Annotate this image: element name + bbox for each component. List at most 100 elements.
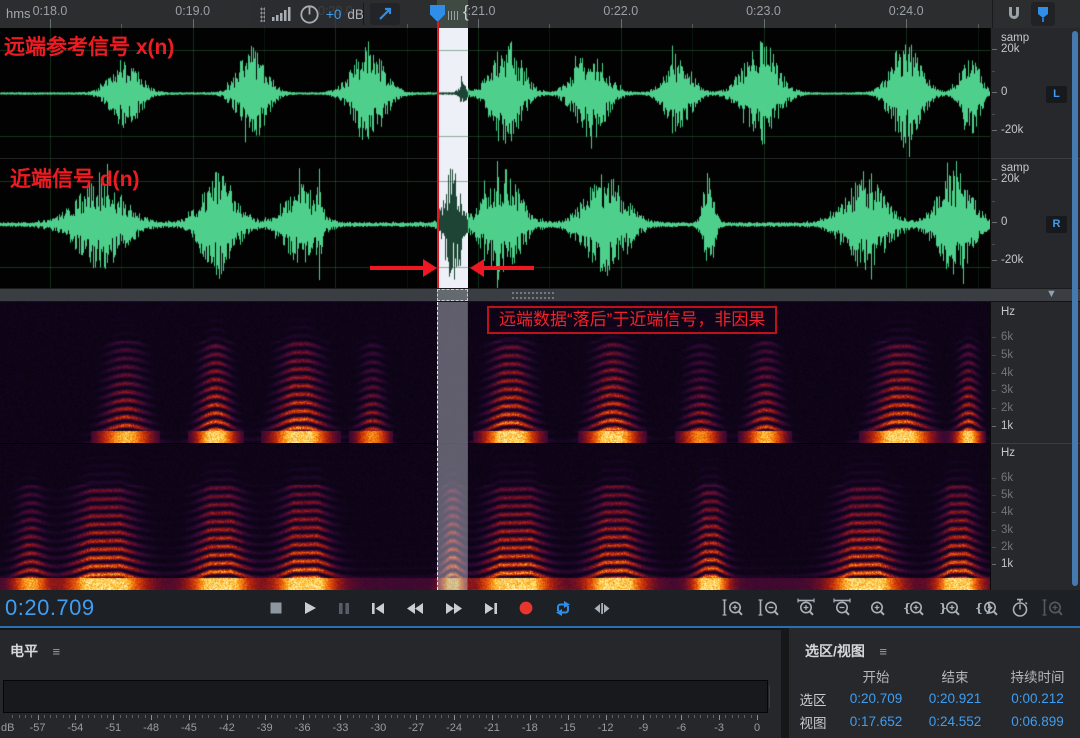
levels-panel: 电平 ≡ dB -57-54-51-48-45-42-39-36-33-30-2… — [0, 628, 782, 738]
transport-bar: 0:20.709 ❴❵❴❵ — [0, 590, 1080, 628]
scale-unit-label: Hz — [1001, 447, 1015, 459]
meter-scale-tick — [713, 715, 714, 718]
gain-unit: dB — [347, 7, 364, 22]
meter-scale-tick — [707, 715, 708, 718]
play-button[interactable] — [303, 601, 317, 615]
panel-menu-icon[interactable]: ≡ — [879, 644, 887, 659]
spectrogram-track-right[interactable] — [0, 443, 990, 590]
row-label-view: 视图 — [789, 712, 837, 732]
meter-scale-tick — [340, 715, 341, 720]
meter-scale-tick — [624, 715, 625, 718]
skip-selection-button[interactable] — [593, 602, 611, 615]
snap-toggle-button[interactable] — [1003, 2, 1025, 26]
selection-end-value[interactable]: 0:20.921 — [915, 691, 995, 706]
splitter-grip-icon[interactable] — [512, 292, 556, 299]
zoom-out-horizontal-button[interactable] — [830, 598, 854, 618]
zoom-reset-button[interactable] — [866, 598, 890, 618]
auto-scroll-button[interactable] — [370, 3, 400, 25]
meter-scale-label: -54 — [60, 722, 90, 734]
stop-button[interactable] — [270, 602, 282, 614]
panel-menu-icon[interactable]: ≡ — [52, 644, 60, 659]
volume-hud[interactable]: +0 dB — [252, 0, 372, 28]
scale-unit-label: Hz — [1001, 306, 1015, 318]
meter-scale-tick — [94, 715, 95, 718]
playhead-time-display[interactable]: 0:20.709 — [5, 595, 95, 621]
meter-scale-label: -27 — [401, 722, 431, 734]
scale-tick-label: 0 — [1001, 216, 1007, 228]
meter-scale-tick — [189, 715, 190, 720]
level-bars-icon — [271, 6, 293, 22]
scale-tick-label: -20k — [1001, 124, 1023, 136]
pause-button[interactable] — [338, 602, 350, 615]
chevron-down-icon[interactable]: ▼ — [1046, 288, 1057, 300]
zoom-in-right-edge-button[interactable]: ❵ — [938, 598, 962, 618]
vertical-scrollbar[interactable] — [1072, 31, 1078, 586]
meter-scale-label: -9 — [628, 722, 658, 734]
zoom-in-horizontal-button[interactable] — [794, 598, 818, 618]
meter-scale-tick — [517, 715, 518, 718]
meter-scale-tick — [732, 715, 733, 718]
meter-scale-label: -6 — [666, 722, 696, 734]
meter-scale-tick — [25, 715, 26, 718]
panel-divider[interactable] — [781, 628, 789, 738]
selection-view-table: 开始 结束 持续时间 选区 0:20.709 0:20.921 0:00.212… — [789, 664, 1080, 733]
loop-playback-button[interactable] — [554, 601, 572, 616]
spectrogram-canvas-right[interactable] — [0, 444, 990, 591]
zoom-in-vertical-button[interactable] — [722, 598, 746, 618]
meter-scale-tick — [700, 715, 701, 718]
meter-scale-tick — [322, 715, 323, 718]
selection-duration-value[interactable]: 0:00.212 — [995, 691, 1080, 706]
drag-grip-icon[interactable] — [260, 7, 265, 22]
time-selection-band-spectrogram[interactable] — [437, 443, 468, 590]
meter-scale-tick — [157, 715, 158, 718]
view-end-value[interactable]: 0:24.552 — [915, 714, 995, 729]
timestamp-label: 0:24.0 — [876, 4, 936, 18]
meter-scale-tick — [277, 715, 278, 718]
panel-splitter[interactable] — [0, 288, 1080, 302]
playhead-stub — [437, 21, 439, 28]
scale-tick — [992, 355, 996, 356]
meter-scale-tick — [744, 715, 745, 718]
timeline-ruler[interactable]: hms 0:18.00:19.00:20.00:21.00:22.00:23.0… — [0, 0, 1080, 29]
meter-scale-tick — [164, 715, 165, 718]
scale-tick-label: 1k — [1001, 420, 1013, 432]
meter-scale-label: -33 — [325, 722, 355, 734]
meter-scale-label: -21 — [477, 722, 507, 734]
meter-scale-tick — [429, 715, 430, 718]
scale-tick-label: 6k — [1001, 331, 1013, 343]
meter-scale-tick — [751, 715, 752, 718]
meter-scale-tick — [549, 715, 550, 718]
zoom-to-selection-button[interactable]: ❴❵ — [974, 598, 998, 618]
add-marker-button[interactable] — [1031, 2, 1055, 26]
meter-scale-tick — [101, 715, 102, 718]
scale-tick-label: 4k — [1001, 367, 1013, 379]
meter-scale-tick — [19, 715, 20, 718]
channel-R-button[interactable]: R — [1046, 216, 1067, 233]
meter-scale-tick — [568, 715, 569, 720]
record-button[interactable] — [519, 601, 533, 615]
ruler-tick — [193, 19, 194, 28]
zoom-inactive-button[interactable] — [1042, 598, 1066, 618]
meter-scale-tick — [258, 715, 259, 718]
scale-gutter: samp20k0-20kLsamp20k0-20kRHz6k5k4k3k2k1k… — [990, 28, 1080, 590]
meter-scale-tick — [296, 715, 297, 718]
meter-scale-tick — [271, 715, 272, 718]
gain-value[interactable]: +0 — [326, 7, 341, 22]
time-selection-band-spectrogram[interactable] — [437, 302, 468, 443]
timed-record-button[interactable] — [1010, 598, 1030, 618]
zoom-out-vertical-button[interactable] — [758, 598, 782, 618]
view-duration-value[interactable]: 0:06.899 — [995, 714, 1080, 729]
meter-scale-tick — [50, 715, 51, 718]
selection-edge-handle[interactable]: { — [463, 2, 469, 22]
view-start-value[interactable]: 0:17.652 — [837, 714, 915, 729]
skip-to-end-button[interactable] — [484, 602, 498, 615]
meter-scale-tick — [656, 715, 657, 718]
channel-L-button[interactable]: L — [1046, 86, 1067, 103]
fast-forward-button[interactable] — [445, 602, 463, 615]
rewind-button[interactable] — [406, 602, 424, 615]
gain-knob-icon[interactable] — [299, 4, 320, 25]
playhead-line[interactable] — [437, 28, 439, 288]
zoom-in-left-edge-button[interactable]: ❴ — [902, 598, 926, 618]
skip-to-start-button[interactable] — [371, 602, 385, 615]
selection-start-value[interactable]: 0:20.709 — [837, 691, 915, 706]
